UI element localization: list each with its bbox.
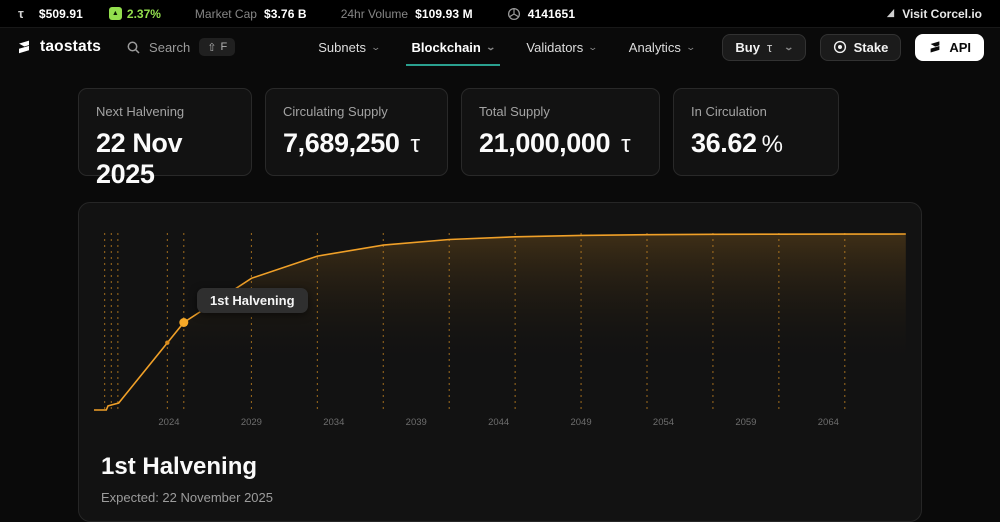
visit-corcel-label: Visit Corcel.io [902, 6, 982, 21]
buy-label: Buy [735, 39, 760, 55]
halvening-title: 1st Halvening [101, 453, 258, 480]
taostats-logo-icon [928, 40, 942, 54]
supply-chart[interactable]: 2024 2029 2034 2039 2044 2049 2054 2059 2064 [79, 203, 921, 443]
supply-area [94, 233, 906, 413]
block-group: 4141651 [507, 7, 575, 21]
card-value: 36.62 [691, 128, 757, 158]
card-value: 7,689,250 [283, 128, 400, 158]
chevron-down-icon: ⌄ [685, 41, 696, 52]
stake-button[interactable]: Stake [819, 33, 902, 61]
block-number: 4141651 [527, 6, 576, 21]
search-label: Search [149, 39, 191, 55]
halvening-tooltip: 1st Halvening [197, 288, 308, 313]
x-axis-label: 2044 [488, 417, 509, 428]
nav-item-label: Validators [526, 39, 584, 55]
card-label: Total Supply [479, 104, 550, 119]
brand-name: taostats [40, 38, 102, 55]
halvening-chart-panel: 2024 2029 2034 2039 2044 2049 2054 2059 2064 1st… [78, 202, 922, 522]
x-axis-label: 2059 [735, 417, 756, 428]
nav-item-analytics[interactable]: Analytics ⌄ [628, 28, 696, 66]
stake-label: Stake [853, 39, 889, 55]
percent-sign: % [761, 131, 783, 158]
buy-tao-button[interactable]: Buy τ ⌄ [722, 33, 806, 61]
shortcut-key: F [220, 41, 228, 53]
first-halvening-marker[interactable] [179, 318, 189, 327]
card-circulating-supply: Circulating Supply 7,689,250 τ [265, 88, 448, 176]
chevron-down-icon: ⌄ [485, 41, 496, 52]
caret-up-icon: ▲ [108, 7, 122, 20]
search-shortcut: ⇧ F [199, 38, 236, 56]
nav-item-label: Analytics [628, 39, 681, 55]
main-navbar: taostats Search ⇧ F Subnets ⌄ Blockchain… [0, 28, 1000, 66]
stats-row: Next Halvening 22 Nov 2025 Circulating S… [78, 88, 839, 189]
card-label: Next Halvening [96, 104, 185, 119]
nav-item-validators[interactable]: Validators ⌄ [526, 28, 599, 66]
tao-price: $509.91 [38, 6, 83, 21]
chevron-down-icon: ⌄ [587, 41, 599, 52]
ticker-bar: τ $509.91 ▲ 2.37% Market Cap $3.76 B 24h… [0, 0, 1000, 28]
market-cap-value: $3.76 B [263, 6, 307, 21]
x-axis-label: 2024 [158, 417, 179, 428]
volume-value: $109.93 M [415, 6, 473, 21]
market-cap-group: Market Cap $3.76 B [195, 7, 307, 21]
api-button[interactable]: API [915, 33, 984, 61]
price-change-value: 2.37% [126, 6, 161, 21]
taostats-brand[interactable]: taostats [16, 38, 101, 56]
current-supply-marker [165, 340, 170, 345]
x-axis-label: 2039 [406, 417, 427, 428]
tao-symbol: τ [621, 131, 631, 158]
card-label: Circulating Supply [283, 104, 388, 119]
x-axis-label: 2064 [818, 417, 839, 428]
tao-symbol: τ [18, 6, 24, 21]
price-change-badge: ▲ 2.37% [108, 6, 161, 21]
buy-tao-symbol: τ [766, 39, 773, 55]
x-axis-label: 2029 [241, 417, 262, 428]
search-trigger[interactable]: Search ⇧ F [127, 38, 236, 56]
corcel-sail-icon [885, 8, 896, 19]
chevron-down-icon: ⌄ [783, 41, 795, 52]
supply-area-fill [94, 234, 906, 413]
card-label: In Circulation [691, 104, 767, 119]
card-in-circulation: In Circulation 36.62 % [673, 88, 839, 176]
x-axis-label: 2049 [570, 417, 591, 428]
taostats-logo-icon [16, 39, 32, 55]
volume-group: 24hr Volume $109.93 M [341, 7, 473, 21]
nav-item-label: Blockchain [411, 39, 481, 55]
visit-corcel-link[interactable]: Visit Corcel.io [885, 7, 982, 21]
card-total-supply: Total Supply 21,000,000 τ [461, 88, 660, 176]
card-next-halvening: Next Halvening 22 Nov 2025 [78, 88, 252, 189]
shift-icon: ⇧ [207, 41, 217, 54]
nav-buttons: Buy τ ⌄ Stake API [722, 33, 984, 61]
nav-item-blockchain[interactable]: Blockchain ⌄ [405, 28, 501, 66]
market-cap-label: Market Cap [194, 6, 257, 21]
search-icon [127, 41, 140, 54]
tao-price-group: τ $509.91 [18, 6, 83, 21]
tao-symbol: τ [410, 131, 420, 158]
card-value: 21,000,000 [479, 128, 611, 158]
halvening-expected-date: Expected: 22 November 2025 [101, 490, 273, 505]
x-axis-labels: 2024 2029 2034 2039 2044 2049 2054 2059 2064 [158, 417, 838, 428]
nav-item-label: Subnets [318, 39, 366, 55]
block-wheel-icon [507, 7, 521, 21]
card-value: 22 Nov 2025 [96, 128, 183, 189]
stake-icon [833, 40, 847, 54]
nav-links: Subnets ⌄ Blockchain ⌄ Validators ⌄ Anal… [318, 28, 696, 66]
chevron-down-icon: ⌄ [370, 41, 382, 52]
x-axis-label: 2054 [653, 417, 674, 428]
nav-item-subnets[interactable]: Subnets ⌄ [318, 28, 382, 66]
api-label: API [949, 39, 971, 55]
volume-label: 24hr Volume [340, 6, 409, 21]
x-axis-label: 2034 [323, 417, 344, 428]
